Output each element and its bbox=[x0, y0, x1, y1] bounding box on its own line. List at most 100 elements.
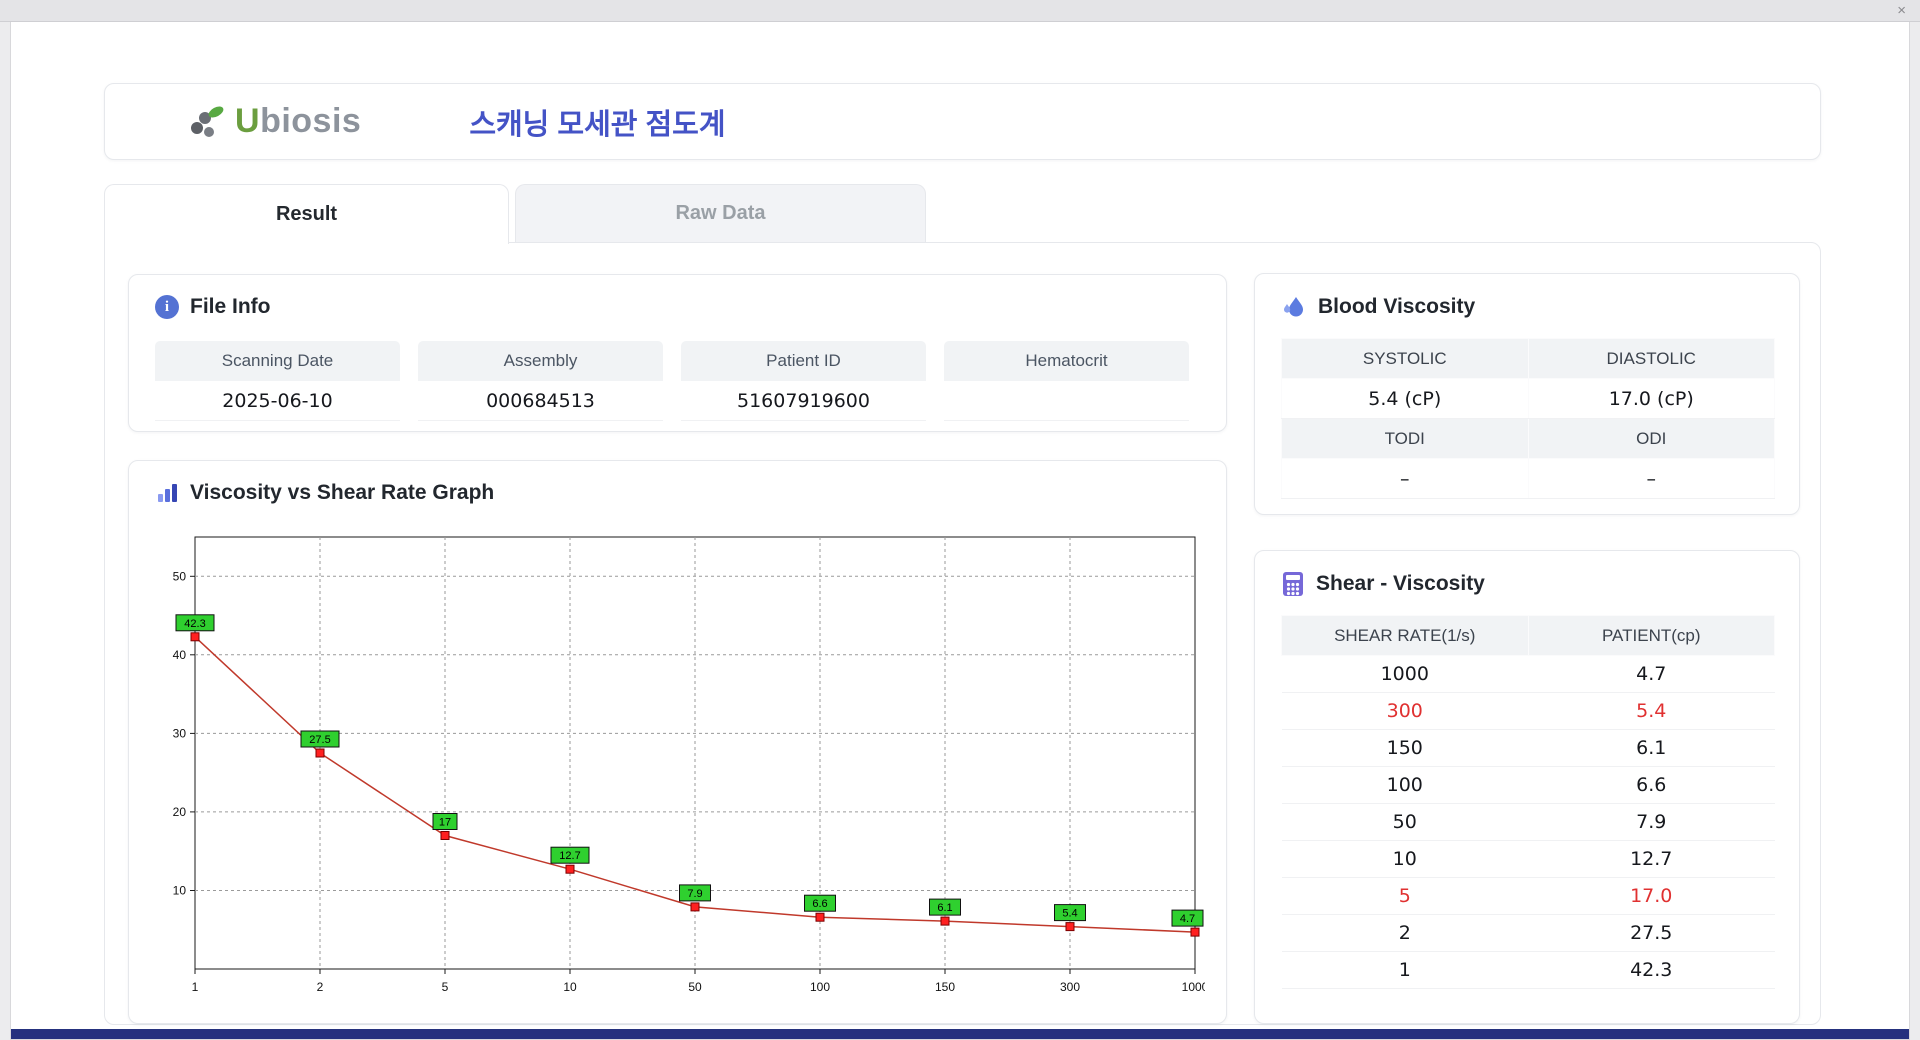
shear-table-body: 1000 4.7 300 5.4 150 6.1 100 6.6 50 7.9 10 12.7 5 17.… bbox=[1281, 655, 1775, 989]
app-header: Ubiosis 스캐닝 모세관 점도계 bbox=[104, 83, 1821, 160]
x-tick-label: 1000 bbox=[1182, 980, 1205, 994]
shear-table-row: 2 27.5 bbox=[1281, 914, 1775, 952]
shear-viscosity-title: Shear - Viscosity bbox=[1316, 572, 1485, 595]
y-tick-label: 40 bbox=[173, 648, 187, 662]
patient-viscosity-cell: 7.9 bbox=[1528, 803, 1775, 841]
window-footer-bar bbox=[11, 1029, 1909, 1039]
shear-table-row: 150 6.1 bbox=[1281, 729, 1775, 767]
graph-title: Viscosity vs Shear Rate Graph bbox=[190, 481, 495, 504]
shear-rate-cell: 50 bbox=[1281, 803, 1528, 841]
field-label: Assembly bbox=[418, 341, 663, 381]
data-point-marker bbox=[690, 902, 700, 912]
table-row: SYSTOLIC DIASTOLIC bbox=[1281, 338, 1775, 379]
systolic-value: 5.4 (cP) bbox=[1281, 378, 1529, 419]
logo-text: Ubiosis bbox=[235, 102, 361, 141]
patient-viscosity-cell: 4.7 bbox=[1528, 655, 1775, 693]
field-hematocrit: Hematocrit bbox=[944, 341, 1189, 421]
data-point-label: 42.3 bbox=[184, 618, 205, 630]
blood-viscosity-card: Blood Viscosity SYSTOLIC DIASTOLIC 5.4 (… bbox=[1254, 273, 1800, 515]
todi-label: TODI bbox=[1281, 418, 1529, 459]
app-title: 스캐닝 모세관 점도계 bbox=[469, 108, 726, 141]
tab-raw-data[interactable]: Raw Data bbox=[515, 184, 926, 242]
data-point-marker bbox=[565, 864, 575, 874]
data-point-label: 6.6 bbox=[812, 898, 827, 910]
x-tick-label: 10 bbox=[563, 980, 577, 994]
diastolic-value: 17.0 (cP) bbox=[1527, 378, 1775, 419]
viscosity-graph-card: Viscosity vs Shear Rate Graph 10 20 30 40 50… bbox=[128, 460, 1227, 1024]
field-scanning-date: Scanning Date 2025-06-10 bbox=[155, 341, 400, 421]
data-point-label: 17 bbox=[439, 817, 451, 829]
field-value: 000684513 bbox=[418, 381, 663, 421]
shear-viscosity-table: SHEAR RATE(1/s) PATIENT(cp) 1000 4.7 300 5.… bbox=[1281, 615, 1775, 989]
shear-table-row: 1000 4.7 bbox=[1281, 655, 1775, 693]
shear-rate-cell: 2 bbox=[1281, 914, 1528, 952]
file-info-fields: Scanning Date 2025-06-10 Assembly 000684… bbox=[155, 341, 1189, 421]
calculator-icon bbox=[1283, 572, 1303, 596]
patient-viscosity-cell: 12.7 bbox=[1528, 840, 1775, 878]
data-point-label: 4.7 bbox=[1180, 913, 1195, 925]
field-assembly: Assembly 000684513 bbox=[418, 341, 663, 421]
table-row: TODI ODI bbox=[1281, 418, 1775, 459]
x-tick-label: 150 bbox=[935, 980, 955, 994]
data-point-marker bbox=[940, 916, 950, 926]
data-point-marker bbox=[1190, 927, 1200, 937]
logo-text-accent: U bbox=[235, 102, 261, 140]
shear-rate-cell: 1000 bbox=[1281, 655, 1528, 693]
diastolic-label: DIASTOLIC bbox=[1527, 338, 1775, 379]
patient-viscosity-cell: 5.4 bbox=[1528, 692, 1775, 730]
tab-result[interactable]: Result bbox=[104, 184, 509, 244]
data-point-marker bbox=[815, 912, 825, 922]
field-label: Hematocrit bbox=[944, 341, 1189, 381]
systolic-label: SYSTOLIC bbox=[1281, 338, 1529, 379]
field-value bbox=[944, 381, 1189, 421]
shear-rate-cell: 1 bbox=[1281, 951, 1528, 989]
graph-header: Viscosity vs Shear Rate Graph bbox=[129, 461, 1226, 505]
shear-table-row: 50 7.9 bbox=[1281, 803, 1775, 841]
data-point-label: 12.7 bbox=[559, 850, 580, 862]
shear-viscosity-header: Shear - Viscosity bbox=[1255, 551, 1799, 597]
file-info-title: File Info bbox=[190, 295, 271, 318]
close-icon[interactable]: × bbox=[1897, 2, 1906, 20]
water-drop-icon bbox=[1284, 297, 1303, 317]
shear-rate-cell: 150 bbox=[1281, 729, 1528, 767]
shear-table-row: 100 6.6 bbox=[1281, 766, 1775, 804]
logo-text-rest: biosis bbox=[260, 102, 362, 140]
y-tick-label: 20 bbox=[173, 805, 187, 819]
data-point-marker bbox=[190, 632, 200, 642]
blood-viscosity-header: Blood Viscosity bbox=[1255, 274, 1799, 320]
viscosity-chart: 10 20 30 40 50 1 2 5 10 50 100 150 300 1000 42.3 27.5 17… bbox=[155, 529, 1209, 1009]
x-tick-label: 100 bbox=[810, 980, 830, 994]
patient-viscosity-cell: 6.1 bbox=[1528, 729, 1775, 767]
field-value: 51607919600 bbox=[681, 381, 926, 421]
x-tick-label: 5 bbox=[442, 980, 449, 994]
data-point-label: 5.4 bbox=[1062, 908, 1077, 920]
result-panel: i File Info Scanning Date 2025-06-10 Ass… bbox=[104, 242, 1821, 1025]
patient-viscosity-cell: 27.5 bbox=[1528, 914, 1775, 952]
shear-table-row: 5 17.0 bbox=[1281, 877, 1775, 915]
file-info-header: i File Info bbox=[129, 275, 1226, 319]
field-label: Patient ID bbox=[681, 341, 926, 381]
shear-rate-cell: 300 bbox=[1281, 692, 1528, 730]
y-tick-label: 10 bbox=[173, 884, 187, 898]
odi-label: ODI bbox=[1527, 418, 1775, 459]
data-point-marker bbox=[440, 831, 450, 840]
patient-viscosity-cell: 42.3 bbox=[1528, 951, 1775, 989]
patient-column-header: PATIENT(cp) bbox=[1527, 615, 1775, 656]
x-tick-label: 1 bbox=[192, 980, 199, 994]
shear-rate-column-header: SHEAR RATE(1/s) bbox=[1281, 615, 1529, 656]
table-row: – – bbox=[1281, 458, 1775, 499]
data-point-label: 27.5 bbox=[309, 734, 330, 746]
shear-rate-cell: 5 bbox=[1281, 877, 1528, 915]
shear-viscosity-card: Shear - Viscosity SHEAR RATE(1/s) PATIEN… bbox=[1254, 550, 1800, 1024]
field-value: 2025-06-10 bbox=[155, 381, 400, 421]
x-tick-label: 50 bbox=[688, 980, 702, 994]
shear-rate-cell: 10 bbox=[1281, 840, 1528, 878]
viscosity-chart-svg: 10 20 30 40 50 1 2 5 10 50 100 150 300 1000 42.3 27.5 17… bbox=[173, 536, 1209, 994]
table-header-row: SHEAR RATE(1/s) PATIENT(cp) bbox=[1281, 615, 1775, 656]
todi-value: – bbox=[1281, 458, 1529, 499]
field-label: Scanning Date bbox=[155, 341, 400, 381]
x-tick-label: 300 bbox=[1060, 980, 1080, 994]
info-icon: i bbox=[155, 295, 179, 319]
bar-chart-icon bbox=[158, 484, 177, 502]
blood-viscosity-title: Blood Viscosity bbox=[1318, 295, 1476, 318]
